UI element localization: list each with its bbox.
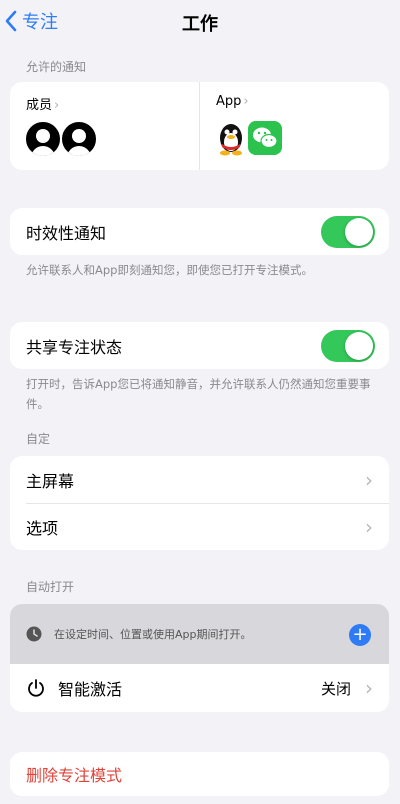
share-status-card: 共享专注状态 [10, 322, 389, 369]
app-icons [216, 120, 282, 156]
clock-icon [26, 626, 42, 642]
time-sensitive-row: 时效性通知 [10, 208, 389, 255]
share-status-toggle[interactable] [321, 330, 375, 362]
avatar [60, 120, 98, 158]
allowed-apps-label: App [216, 94, 242, 109]
options-row[interactable]: 选项 › [10, 503, 389, 550]
allowed-apps-panel[interactable]: App › [199, 82, 389, 170]
allowed-people-label: 成员 [26, 98, 53, 113]
chevron-right-icon: › [365, 676, 373, 700]
customize-section-label: 自定 [26, 432, 51, 446]
avatar [24, 120, 62, 158]
share-status-row: 共享专注状态 [10, 322, 389, 369]
time-sensitive-label: 时效性通知 [26, 223, 107, 243]
chevron-right-icon: › [365, 467, 373, 492]
add-icon[interactable]: + [349, 624, 371, 646]
time-sensitive-footnote: 允许联系人和App即刻通知您，即使您已打开专注模式。 [26, 263, 313, 277]
qq-icon [220, 124, 242, 156]
delete-focus-button[interactable]: 删除专注模式 [10, 752, 389, 796]
navigation-bar: 专注 工作 [0, 0, 400, 44]
smart-activation-row[interactable]: 智能激活 关闭 › [10, 664, 389, 712]
time-sensitive-card: 时效性通知 [10, 208, 389, 255]
allowed-notifications-section-label: 允许的通知 [26, 60, 87, 74]
home-screen-label: 主屏幕 [26, 471, 75, 491]
power-icon [28, 679, 44, 697]
delete-card: 删除专注模式 [10, 752, 389, 796]
auto-on-card: 在设定时间、位置或使用App期间打开。 + 智能激活 关闭 › [10, 604, 389, 712]
share-status-footnote: 打开时，告诉App您已将通知静音，并允许联系人仍然通知您重要事件。 [26, 377, 371, 411]
time-sensitive-toggle[interactable] [321, 216, 375, 248]
smart-activation-label: 智能激活 [58, 680, 123, 699]
options-label: 选项 [26, 518, 59, 538]
chevron-right-icon: › [243, 94, 249, 109]
page-title: 工作 [182, 14, 218, 35]
add-schedule-row[interactable]: 在设定时间、位置或使用App期间打开。 + [10, 604, 389, 664]
allowed-notifications-card: 成员 › App › [10, 82, 389, 170]
home-screen-row[interactable]: 主屏幕 › [10, 456, 389, 503]
customize-card: 主屏幕 › 选项 › [10, 456, 389, 550]
people-avatars [24, 120, 98, 158]
chevron-right-icon: › [54, 98, 60, 113]
schedule-hint: 在设定时间、位置或使用App期间打开。 [54, 628, 252, 641]
allowed-people-panel[interactable]: 成员 › [10, 82, 199, 170]
wechat-icon [248, 121, 282, 155]
smart-activation-value: 关闭 [320, 679, 351, 698]
share-status-label: 共享专注状态 [26, 337, 123, 357]
auto-on-section-label: 自动打开 [26, 580, 75, 594]
chevron-right-icon: › [365, 514, 373, 539]
